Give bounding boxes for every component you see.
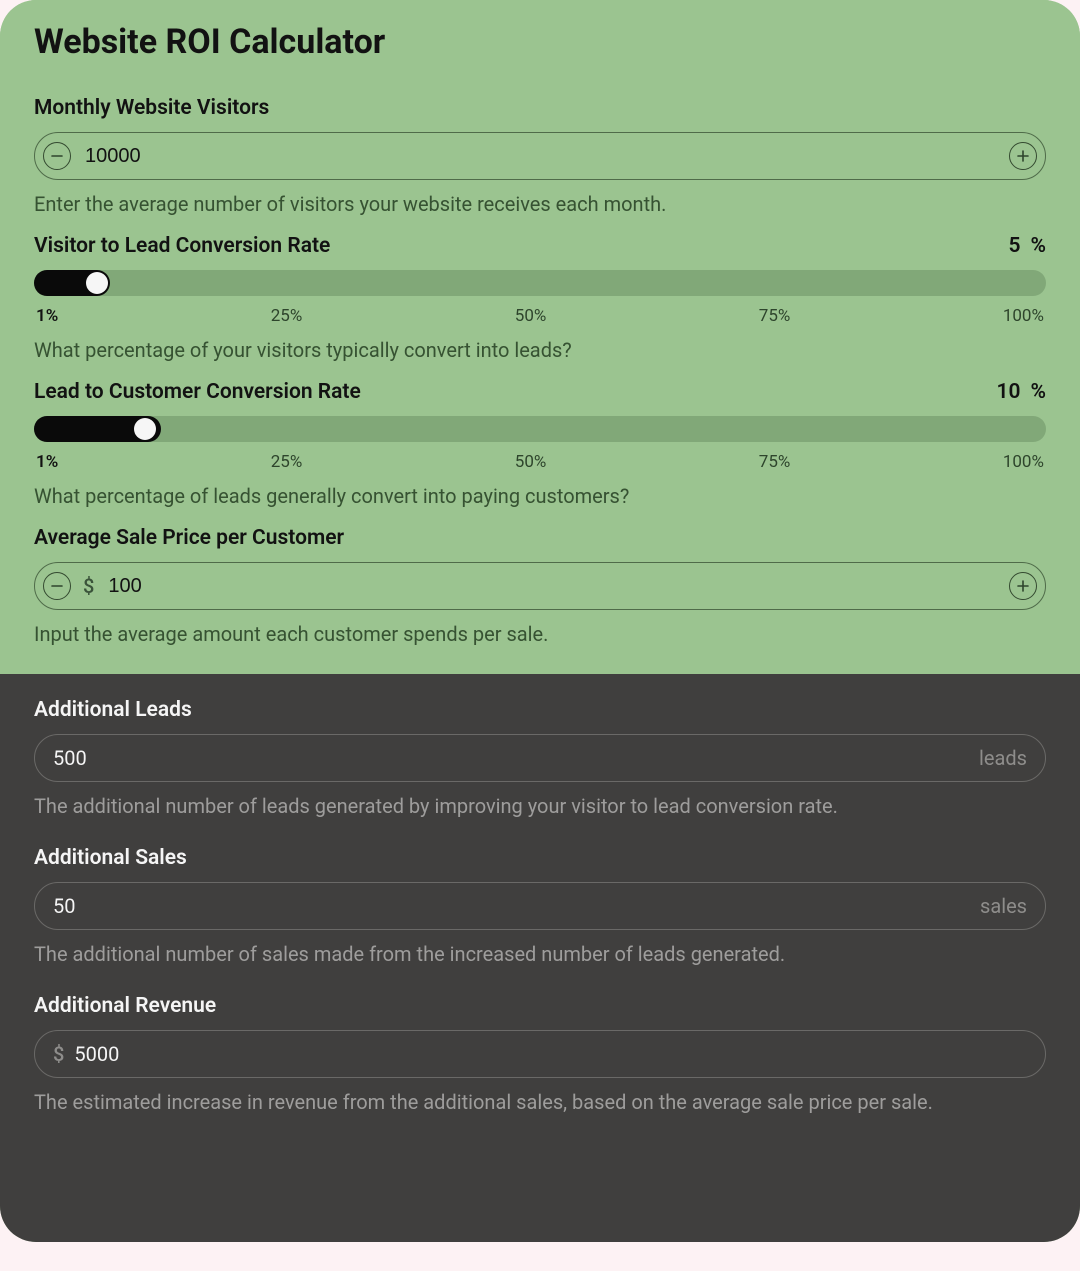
tick-label: 50%	[515, 452, 547, 472]
avg-sale-stepper[interactable]: $	[34, 562, 1046, 610]
outputs-section: Additional Leads 500 leads The additiona…	[0, 674, 1080, 1242]
add-leads-unit: leads	[979, 746, 1027, 770]
field-visitors: Monthly Website Visitors Enter the avera…	[34, 96, 1046, 216]
v2l-helper: What percentage of your visitors typical…	[34, 338, 1046, 362]
add-sales-helper: The additional number of sales made from…	[34, 942, 1046, 966]
l2c-label: Lead to Customer Conversion Rate	[34, 380, 361, 404]
field-additional-revenue: Additional Revenue $ 5000 The estimated …	[34, 994, 1046, 1114]
avg-sale-currency: $	[83, 574, 94, 598]
field-avg-sale: Average Sale Price per Customer $ Input …	[34, 526, 1046, 646]
l2c-slider-thumb[interactable]	[134, 418, 156, 440]
visitors-decrement-button[interactable]	[43, 142, 71, 170]
avg-sale-input[interactable]	[104, 575, 999, 598]
v2l-slider-track[interactable]	[34, 270, 1046, 296]
l2c-slider[interactable]: 1% 25% 50% 75% 100%	[34, 416, 1046, 472]
visitors-input[interactable]	[81, 145, 999, 168]
field-lead-to-customer: Lead to Customer Conversion Rate 10 % 1%…	[34, 380, 1046, 508]
tick-label: 50%	[515, 306, 547, 326]
add-sales-unit: sales	[980, 894, 1027, 918]
add-leads-helper: The additional number of leads generated…	[34, 794, 1046, 818]
minus-icon	[50, 149, 64, 163]
tick-label: 25%	[271, 306, 303, 326]
add-leads-label: Additional Leads	[34, 698, 1046, 722]
add-rev-helper: The estimated increase in revenue from t…	[34, 1090, 1046, 1114]
add-rev-label: Additional Revenue	[34, 994, 1046, 1018]
minus-icon	[50, 579, 64, 593]
tick-label: 75%	[759, 452, 791, 472]
v2l-value-display: 5 %	[1009, 234, 1047, 258]
v2l-slider[interactable]: 1% 25% 50% 75% 100%	[34, 270, 1046, 326]
tick-label: 1%	[36, 452, 58, 472]
page-title: Website ROI Calculator	[34, 22, 1046, 62]
v2l-slider-thumb[interactable]	[86, 272, 108, 294]
avg-sale-increment-button[interactable]	[1009, 572, 1037, 600]
field-additional-sales: Additional Sales 50 sales The additional…	[34, 846, 1046, 966]
l2c-helper: What percentage of leads generally conve…	[34, 484, 1046, 508]
avg-sale-decrement-button[interactable]	[43, 572, 71, 600]
visitors-stepper[interactable]	[34, 132, 1046, 180]
field-visitor-to-lead: Visitor to Lead Conversion Rate 5 % 1% 2…	[34, 234, 1046, 362]
visitors-increment-button[interactable]	[1009, 142, 1037, 170]
v2l-label: Visitor to Lead Conversion Rate	[34, 234, 330, 258]
add-rev-output: $ 5000	[34, 1030, 1046, 1078]
v2l-unit: %	[1031, 234, 1047, 258]
tick-label: 100%	[1003, 452, 1044, 472]
add-rev-currency: $	[53, 1042, 64, 1066]
add-sales-output: 50 sales	[34, 882, 1046, 930]
visitors-label: Monthly Website Visitors	[34, 96, 1046, 120]
tick-label: 100%	[1003, 306, 1044, 326]
tick-label: 75%	[759, 306, 791, 326]
add-sales-value: 50	[53, 894, 970, 918]
v2l-value: 5	[1009, 234, 1021, 258]
add-leads-output: 500 leads	[34, 734, 1046, 782]
inputs-section: Website ROI Calculator Monthly Website V…	[0, 0, 1080, 674]
field-additional-leads: Additional Leads 500 leads The additiona…	[34, 698, 1046, 818]
l2c-unit: %	[1031, 380, 1047, 404]
avg-sale-helper: Input the average amount each customer s…	[34, 622, 1046, 646]
plus-icon	[1016, 579, 1030, 593]
v2l-ticks: 1% 25% 50% 75% 100%	[34, 306, 1046, 326]
l2c-value: 10	[997, 380, 1021, 404]
add-sales-label: Additional Sales	[34, 846, 1046, 870]
l2c-slider-track[interactable]	[34, 416, 1046, 442]
plus-icon	[1016, 149, 1030, 163]
avg-sale-label: Average Sale Price per Customer	[34, 526, 1046, 550]
visitors-helper: Enter the average number of visitors you…	[34, 192, 1046, 216]
l2c-ticks: 1% 25% 50% 75% 100%	[34, 452, 1046, 472]
roi-calculator-card: Website ROI Calculator Monthly Website V…	[0, 0, 1080, 1242]
l2c-value-display: 10 %	[997, 380, 1047, 404]
tick-label: 1%	[36, 306, 58, 326]
tick-label: 25%	[271, 452, 303, 472]
add-leads-value: 500	[53, 746, 969, 770]
add-rev-value: 5000	[74, 1042, 1027, 1066]
